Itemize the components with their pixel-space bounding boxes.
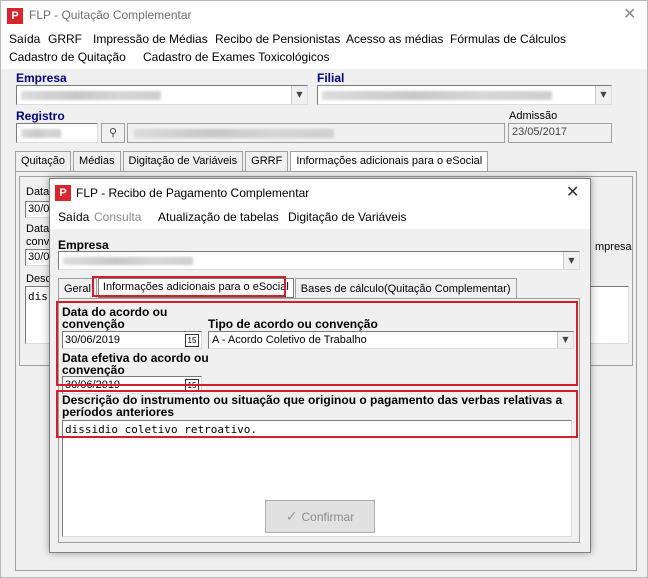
redacted-registro xyxy=(21,129,61,138)
menu-recibo-pensionistas[interactable]: Recibo de Pensionistas xyxy=(215,32,340,46)
behind-date-field-2: 30/0 xyxy=(25,249,51,266)
highlight-dates-section xyxy=(56,301,578,386)
tab-medias[interactable]: Médias xyxy=(73,151,121,171)
behind-label-desc: Desc xyxy=(26,273,52,285)
admissao-field: 23/05/2017 xyxy=(508,123,612,143)
dialog-titlebar: P FLP - Recibo de Pagamento Complementar… xyxy=(50,179,590,207)
menu-cadastro-exames[interactable]: Cadastro de Exames Toxicológicos xyxy=(143,50,330,64)
behind-label-conv: conv xyxy=(26,236,50,248)
chevron-down-icon[interactable]: ▼ xyxy=(291,86,307,104)
menu-saida[interactable]: Saída xyxy=(9,32,40,46)
filial-label: Filial xyxy=(317,71,345,85)
main-menubar: Saída GRRF Impressão de Médias Recibo de… xyxy=(1,29,647,69)
registro-input[interactable] xyxy=(16,123,98,143)
dialog-menu-digitacao-variaveis[interactable]: Digitação de Variáveis xyxy=(288,210,407,224)
binoculars-search-icon[interactable]: ⚲ xyxy=(101,123,125,143)
recibo-dialog: P FLP - Recibo de Pagamento Complementar… xyxy=(49,178,591,553)
redacted-dialog-empresa xyxy=(63,257,193,265)
employee-name-field xyxy=(127,123,505,143)
admissao-label: Admissão xyxy=(509,110,558,122)
behind-label-mpresa: mpresa xyxy=(595,241,632,253)
redacted-empresa xyxy=(21,91,161,100)
redacted-filial xyxy=(322,91,552,100)
confirmar-button[interactable]: ✓ Confirmar xyxy=(265,500,375,533)
empresa-label: Empresa xyxy=(16,71,67,85)
menu-impressao-medias[interactable]: Impressão de Médias xyxy=(93,32,208,46)
behind-label-data-2: Data xyxy=(26,223,50,235)
main-titlebar: P FLP - Quitação Complementar ✕ xyxy=(1,1,647,29)
redacted-employee xyxy=(134,129,334,138)
empresa-select[interactable]: ▼ xyxy=(16,85,308,105)
dialog-menu-saida[interactable]: Saída xyxy=(58,210,89,224)
dialog-empresa-label: Empresa xyxy=(58,238,109,252)
dialog-title: FLP - Recibo de Pagamento Complementar xyxy=(76,186,310,200)
menu-cadastro-quitacao[interactable]: Cadastro de Quitação xyxy=(9,50,126,64)
dialog-empresa-select[interactable]: ▼ xyxy=(58,251,580,270)
window-title: FLP - Quitação Complementar xyxy=(29,8,192,22)
tab-digitacao-variaveis[interactable]: Digitação de Variáveis xyxy=(122,151,244,171)
behind-label-data: Data xyxy=(26,186,50,198)
highlight-esocial-tab xyxy=(92,276,286,297)
tab-grrf[interactable]: GRRF xyxy=(245,151,289,171)
chevron-down-icon[interactable]: ▼ xyxy=(563,252,579,269)
menu-acesso-medias[interactable]: Acesso as médias xyxy=(346,32,443,46)
dialog-menu-consulta: Consulta xyxy=(94,210,142,224)
chevron-down-icon[interactable]: ▼ xyxy=(595,86,611,104)
behind-date-field-1: 30/0 xyxy=(25,201,51,218)
tab-quitacao[interactable]: Quitação xyxy=(15,151,72,171)
tab-informacoes-esocial[interactable]: Informações adicionais para o eSocial xyxy=(290,151,489,171)
highlight-descricao-section xyxy=(56,390,578,438)
tab-bases-calculo[interactable]: Bases de cálculo(Quitação Complementar) xyxy=(294,278,517,298)
main-tabs: Quitação Médias Digitação de Variáveis G… xyxy=(15,151,489,171)
registro-label: Registro xyxy=(16,109,65,123)
close-icon[interactable]: ✕ xyxy=(566,182,579,201)
filial-select[interactable]: ▼ xyxy=(317,85,612,105)
dialog-menu-atualizacao-tabelas[interactable]: Atualização de tabelas xyxy=(158,210,279,224)
menu-grrf[interactable]: GRRF xyxy=(48,32,82,46)
dialog-menubar: Saída Consulta Atualização de tabelas Di… xyxy=(50,207,590,229)
confirmar-label: Confirmar xyxy=(301,509,355,524)
menu-formulas-calculos[interactable]: Fórmulas de Cálculos xyxy=(450,32,566,46)
close-icon[interactable]: ✕ xyxy=(623,4,636,23)
app-logo-icon: P xyxy=(7,8,23,24)
app-logo-icon: P xyxy=(55,185,71,201)
checkmark-icon: ✓ xyxy=(285,508,298,524)
